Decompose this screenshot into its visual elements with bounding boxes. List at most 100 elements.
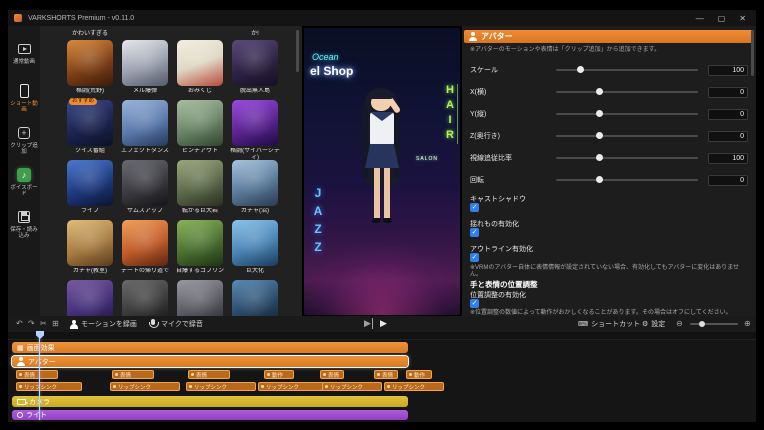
slider-label: 視線追従比率: [470, 153, 546, 163]
template-card[interactable]: メル爆弾: [120, 40, 170, 95]
track-avatar[interactable]: アバター: [12, 356, 408, 367]
gear-icon: ⚙: [642, 320, 648, 328]
panel-header: アバター: [464, 30, 754, 43]
template-card[interactable]: ピンチアウト: [175, 100, 225, 161]
preview-area: Ocean el Shop HAIR SALON JAZZ: [302, 26, 462, 316]
template-card[interactable]: [175, 280, 225, 316]
library-scrollbar[interactable]: [296, 30, 299, 72]
expression-clip[interactable]: 表情: [16, 370, 58, 379]
slider-value-field[interactable]: 0: [708, 109, 748, 120]
app-icon: [14, 14, 22, 22]
template-title: サムズアップ: [120, 208, 170, 215]
lipsync-clip[interactable]: リップシンク: [110, 382, 180, 391]
slider-thumb[interactable]: [596, 132, 603, 139]
template-card[interactable]: おみくじ: [175, 40, 225, 95]
template-card[interactable]: 格闘(荒野): [65, 40, 115, 95]
position-adjust-checkbox[interactable]: ✓: [470, 299, 479, 308]
sidebar-item-normal-video[interactable]: 通常動画: [8, 40, 40, 65]
template-card[interactable]: [65, 280, 115, 316]
add-clip-icon[interactable]: ⊞: [52, 319, 59, 328]
physics-checkbox[interactable]: ✓: [470, 228, 479, 237]
motion-clip[interactable]: 動作: [406, 370, 432, 379]
expression-clip[interactable]: 表情: [112, 370, 154, 379]
outline-checkbox[interactable]: ✓: [470, 253, 479, 262]
play-button[interactable]: ▶: [380, 318, 387, 329]
sidebar-item-add-clip[interactable]: + クリップ追加: [8, 124, 40, 155]
minimize-button[interactable]: —: [696, 14, 704, 23]
lipsync-clip[interactable]: リップシンク: [258, 382, 324, 391]
sidebar-item-short-video[interactable]: ショート動画: [8, 82, 40, 113]
template-title: ライブ: [65, 208, 115, 215]
sidebar-item-label: 保存・読み込み: [8, 227, 40, 239]
slider-thumb[interactable]: [596, 176, 603, 183]
track-camera[interactable]: カメラ: [12, 396, 408, 407]
panel-title: アバター: [481, 31, 513, 42]
sidebar-item-save-load[interactable]: 保存・読み込み: [8, 208, 40, 239]
template-card[interactable]: サムズアップ: [120, 160, 170, 215]
slider-value-field[interactable]: 0: [708, 175, 748, 186]
track-light[interactable]: ライト: [12, 410, 408, 420]
track-screen-effects[interactable]: ▦ 画面効果: [12, 342, 408, 353]
lipsync-clip[interactable]: リップシンク: [322, 382, 382, 391]
check-icon: ✓: [472, 300, 478, 307]
motion-clip[interactable]: 動作: [264, 370, 294, 379]
video-preview[interactable]: Ocean el Shop HAIR SALON JAZZ: [304, 28, 460, 315]
gaze-follow-slider[interactable]: [556, 157, 698, 159]
zoom-out-icon[interactable]: ⊖: [676, 319, 683, 328]
x-slider[interactable]: [556, 91, 698, 93]
template-card[interactable]: [230, 280, 280, 316]
zoom-in-icon[interactable]: ⊕: [744, 319, 751, 328]
avatar-shoe: [383, 218, 392, 223]
cast-shadow-checkbox[interactable]: ✓: [470, 203, 479, 212]
slider-value-field[interactable]: 100: [708, 153, 748, 164]
z-slider[interactable]: [556, 135, 698, 137]
zoom-slider-thumb[interactable]: [699, 321, 705, 327]
light-icon: [17, 412, 23, 418]
timeline-ruler[interactable]: [8, 332, 756, 340]
template-card[interactable]: 巨大化: [230, 220, 280, 275]
expression-clip[interactable]: 表情: [188, 370, 230, 379]
slider-value-field[interactable]: 0: [708, 87, 748, 98]
template-card[interactable]: エフェクトダンス: [120, 100, 170, 161]
record-mic-button[interactable]: マイクで録音: [148, 318, 203, 330]
panel-scrollbar[interactable]: [751, 30, 754, 76]
slider-thumb[interactable]: [596, 88, 603, 95]
lipsync-clip[interactable]: リップシンク: [16, 382, 82, 391]
redo-icon[interactable]: ↷: [28, 319, 35, 328]
settings-button[interactable]: ⚙ 設定: [642, 318, 665, 330]
avatar-track-icon: [17, 357, 25, 366]
undo-icon[interactable]: ↶: [16, 319, 23, 328]
slider-value-field[interactable]: 100: [708, 65, 748, 76]
shortcut-button[interactable]: ⌨ ショートカット: [578, 318, 640, 330]
playhead-line[interactable]: [39, 332, 40, 420]
expression-clip[interactable]: 表情: [374, 370, 398, 379]
y-slider[interactable]: [556, 113, 698, 115]
slider-thumb[interactable]: [596, 110, 603, 117]
template-card[interactable]: デートの帰り道で: [120, 220, 170, 275]
template-card[interactable]: [120, 280, 170, 316]
timeline-zoom-slider[interactable]: [690, 323, 738, 325]
sidebar-item-voiceboard[interactable]: ♪ ボイスボード: [8, 166, 40, 197]
lipsync-clip[interactable]: リップシンク: [186, 382, 256, 391]
template-card[interactable]: 自爆するゴブリン: [175, 220, 225, 275]
template-card[interactable]: おすすめ クイズ番組: [65, 100, 115, 161]
rotation-slider[interactable]: [556, 179, 698, 181]
scale-slider[interactable]: [556, 69, 698, 71]
cut-icon[interactable]: ✂: [40, 319, 47, 328]
step-forward-button[interactable]: ▶: [364, 318, 373, 329]
slider-thumb[interactable]: [577, 66, 584, 73]
template-card[interactable]: ガチャ(沼): [230, 160, 280, 215]
expression-clip[interactable]: 表情: [320, 370, 344, 379]
lipsync-clip[interactable]: リップシンク: [384, 382, 444, 391]
record-motion-button[interactable]: モーションを録画: [70, 318, 137, 330]
maximize-button[interactable]: ▢: [718, 14, 726, 23]
slider-thumb[interactable]: [596, 154, 603, 161]
slider-value-field[interactable]: 0: [708, 131, 748, 142]
template-card[interactable]: ライブ: [65, 160, 115, 215]
template-thumbnail: [67, 160, 113, 206]
template-card[interactable]: ガチャ(教室): [65, 220, 115, 275]
close-button[interactable]: ✕: [739, 14, 746, 23]
template-card[interactable]: 脱出無人島: [230, 40, 280, 95]
template-card[interactable]: 格闘(サイバーシティ): [230, 100, 280, 161]
template-card[interactable]: 転がる巨大岩: [175, 160, 225, 215]
